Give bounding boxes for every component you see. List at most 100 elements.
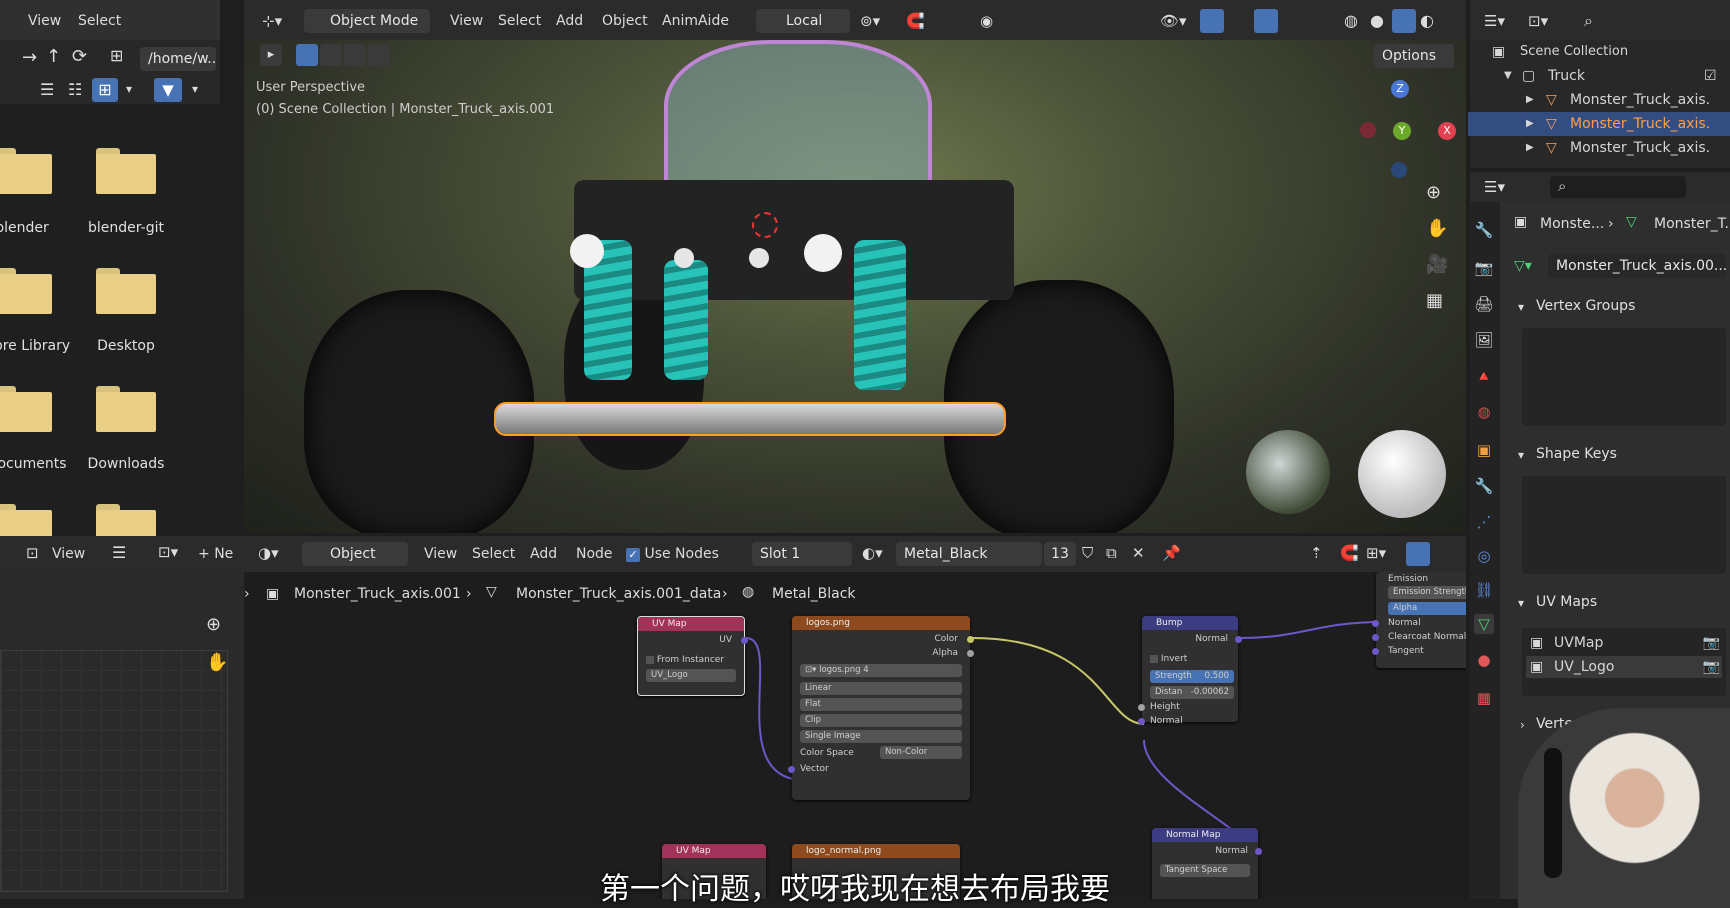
select-extend-icon[interactable] bbox=[320, 44, 342, 66]
axis-y-icon[interactable]: Y bbox=[1393, 122, 1411, 140]
viewport-menu-select[interactable]: Select bbox=[498, 13, 541, 29]
render-tab-icon[interactable]: 📷 bbox=[1474, 258, 1494, 278]
camera-render-icon[interactable]: 📷 bbox=[1703, 656, 1720, 678]
axis-neg-x-icon[interactable] bbox=[1360, 122, 1376, 138]
strength-slider[interactable]: Strength 0.500 bbox=[1150, 670, 1234, 683]
alpha-field[interactable]: Alpha bbox=[1388, 602, 1466, 615]
properties-search[interactable]: ⌕ bbox=[1550, 176, 1686, 198]
world-tab-icon[interactable]: ◍ bbox=[1474, 402, 1494, 422]
data-tab-icon[interactable]: ▽ bbox=[1474, 614, 1494, 634]
uv-output-socket[interactable] bbox=[741, 637, 748, 644]
parent-dir-icon[interactable]: ↑ bbox=[46, 46, 61, 67]
editor-type-icon[interactable]: ⊹▾ bbox=[262, 12, 282, 30]
alpha-output-socket[interactable] bbox=[967, 650, 974, 657]
outliner-item[interactable]: ▶ ▽ Monster_Truck_axis. bbox=[1468, 136, 1730, 160]
shape-keys-list[interactable] bbox=[1522, 476, 1726, 574]
object-tab-icon[interactable]: ▣ bbox=[1474, 440, 1494, 460]
uv-map-row-active[interactable]: ▣ UV_Logo 📷 bbox=[1526, 656, 1722, 678]
viewport-menu-add[interactable]: Add bbox=[556, 13, 583, 29]
fake-user-shield-icon[interactable]: ⛉ bbox=[1082, 544, 1093, 562]
folder-icon[interactable] bbox=[0, 386, 52, 432]
display-mode-icon[interactable]: ⊡▾ bbox=[1528, 12, 1548, 30]
node-menu-add[interactable]: Add bbox=[530, 546, 557, 562]
uv-map-row[interactable]: ▣ UVMap 📷 bbox=[1526, 632, 1722, 654]
vertex-groups-list[interactable] bbox=[1522, 328, 1726, 426]
from-instancer-checkbox[interactable]: From Instancer bbox=[646, 655, 724, 665]
camera-icon[interactable]: 🎥 bbox=[1426, 254, 1448, 275]
outliner-editor-icon[interactable]: ☰▾ bbox=[1484, 12, 1505, 30]
material-browse-icon[interactable]: ◐▾ bbox=[862, 544, 883, 562]
physics-tab-icon[interactable]: ◎ bbox=[1474, 546, 1494, 566]
folder-icon[interactable] bbox=[0, 148, 52, 194]
detail-view-icon[interactable]: ☷ bbox=[68, 80, 82, 99]
uv-map-node[interactable]: UV Map UV From Instancer UV_Logo bbox=[637, 616, 748, 696]
particles-tab-icon[interactable]: ⋰ bbox=[1474, 512, 1494, 532]
uv-map-field[interactable]: UV_Logo bbox=[646, 669, 736, 682]
material-users-count[interactable]: 13 bbox=[1044, 542, 1076, 566]
normal-map-output-socket[interactable] bbox=[1255, 848, 1262, 855]
scene-tab-icon[interactable]: 🔺 bbox=[1474, 366, 1494, 386]
select-box-icon[interactable] bbox=[296, 44, 318, 66]
color-space-dropdown[interactable]: Non-Color bbox=[880, 746, 962, 759]
chevron-right-icon[interactable]: › bbox=[1520, 718, 1525, 732]
constraints-tab-icon[interactable]: ⛓ bbox=[1474, 580, 1494, 600]
color-output-socket[interactable] bbox=[967, 636, 974, 643]
folder-icon[interactable] bbox=[96, 386, 156, 432]
perspective-grid-icon[interactable]: ▦ bbox=[1426, 290, 1443, 311]
wireframe-shading-icon[interactable]: ◍ bbox=[1344, 11, 1358, 30]
clearcoat-normal-socket[interactable] bbox=[1372, 634, 1379, 641]
pan-hand-icon[interactable]: ✋ bbox=[206, 652, 228, 673]
chevron-down-icon[interactable]: ▾ bbox=[126, 82, 132, 96]
file-browser-menu-select[interactable]: Select bbox=[78, 13, 121, 29]
viewport-canvas[interactable]: User Perspective (0) Scene Collection | … bbox=[244, 40, 1466, 533]
snap-element-icon[interactable]: ⊞▾ bbox=[1366, 544, 1386, 562]
visibility-icon[interactable]: 👁▾ bbox=[1160, 12, 1187, 30]
tangent-socket[interactable] bbox=[1372, 648, 1379, 655]
chevron-down-icon[interactable]: ▾ bbox=[1518, 300, 1524, 314]
viewport-menu-view[interactable]: View bbox=[450, 13, 483, 29]
new-image-button[interactable]: + Ne bbox=[198, 546, 233, 562]
bump-normal-input-socket[interactable] bbox=[1138, 718, 1145, 725]
pan-hand-icon[interactable]: ✋ bbox=[1426, 218, 1448, 239]
mesh-browse-icon[interactable]: ▽▾ bbox=[1514, 258, 1532, 274]
camera-render-icon[interactable]: 📷 bbox=[1703, 632, 1720, 654]
material-preview-shading-icon[interactable] bbox=[1392, 9, 1416, 33]
checkbox-icon[interactable]: ☑ bbox=[1704, 64, 1717, 88]
back-arrow-icon[interactable]: → bbox=[22, 47, 37, 68]
folder-icon[interactable] bbox=[96, 148, 156, 194]
solid-shading-icon[interactable]: ● bbox=[1370, 11, 1384, 30]
chevron-down-icon[interactable]: ▾ bbox=[192, 82, 198, 96]
refresh-icon[interactable]: ⟳ bbox=[72, 46, 87, 67]
tangent-space-dropdown[interactable]: Tangent Space bbox=[1160, 864, 1250, 877]
image-texture-node[interactable]: logos.png Color Alpha ⊡▾ logos.png 4 Lin… bbox=[788, 616, 974, 800]
rendered-shading-icon[interactable]: ◐ bbox=[1420, 11, 1434, 30]
list-view-icon[interactable]: ☰ bbox=[40, 80, 54, 99]
axis-z-icon[interactable]: Z bbox=[1391, 80, 1409, 98]
image-name-field[interactable]: ⊡▾ logos.png 4 bbox=[800, 664, 962, 677]
invert-checkbox[interactable]: Invert bbox=[1150, 654, 1187, 664]
chevron-down-icon[interactable]: ▾ bbox=[1518, 448, 1524, 462]
normal-input-socket[interactable] bbox=[1372, 620, 1379, 627]
vertex-groups-title[interactable]: Vertex Groups bbox=[1536, 298, 1635, 314]
mesh-name-field[interactable]: Monster_Truck_axis.00... bbox=[1548, 254, 1726, 278]
vector-input-socket[interactable] bbox=[788, 766, 795, 773]
filter-icon[interactable]: ▼ bbox=[154, 78, 182, 102]
close-icon[interactable]: ✕ bbox=[1132, 544, 1145, 562]
new-folder-icon[interactable]: ⊞ bbox=[110, 46, 123, 65]
pivot-icon[interactable]: ⊚▾ bbox=[860, 12, 880, 30]
proportional-edit-icon[interactable]: ◉ bbox=[980, 12, 993, 30]
chevron-down-icon[interactable]: ▾ bbox=[1518, 596, 1524, 610]
thumbnail-view-icon[interactable]: ⊞ bbox=[92, 78, 118, 102]
axis-neg-z-icon[interactable] bbox=[1391, 162, 1407, 178]
output-tab-icon[interactable]: 🖨 bbox=[1474, 294, 1494, 314]
height-input-socket[interactable] bbox=[1138, 704, 1145, 711]
use-nodes-checkbox[interactable]: ✓ Use Nodes bbox=[626, 546, 719, 562]
outliner-item[interactable]: ▶ ▽ Monster_Truck_axis. bbox=[1468, 88, 1730, 112]
parent-node-tree-icon[interactable]: ⇡ bbox=[1310, 544, 1323, 562]
modifier-tab-icon[interactable]: 🔧 bbox=[1474, 476, 1494, 496]
zoom-icon[interactable]: ⊕ bbox=[1426, 182, 1441, 203]
snap-icon[interactable]: 🧲 bbox=[1340, 544, 1359, 562]
folder-icon[interactable] bbox=[96, 268, 156, 314]
node-menu-select[interactable]: Select bbox=[472, 546, 515, 562]
path-field[interactable]: /home/w... bbox=[140, 47, 216, 71]
